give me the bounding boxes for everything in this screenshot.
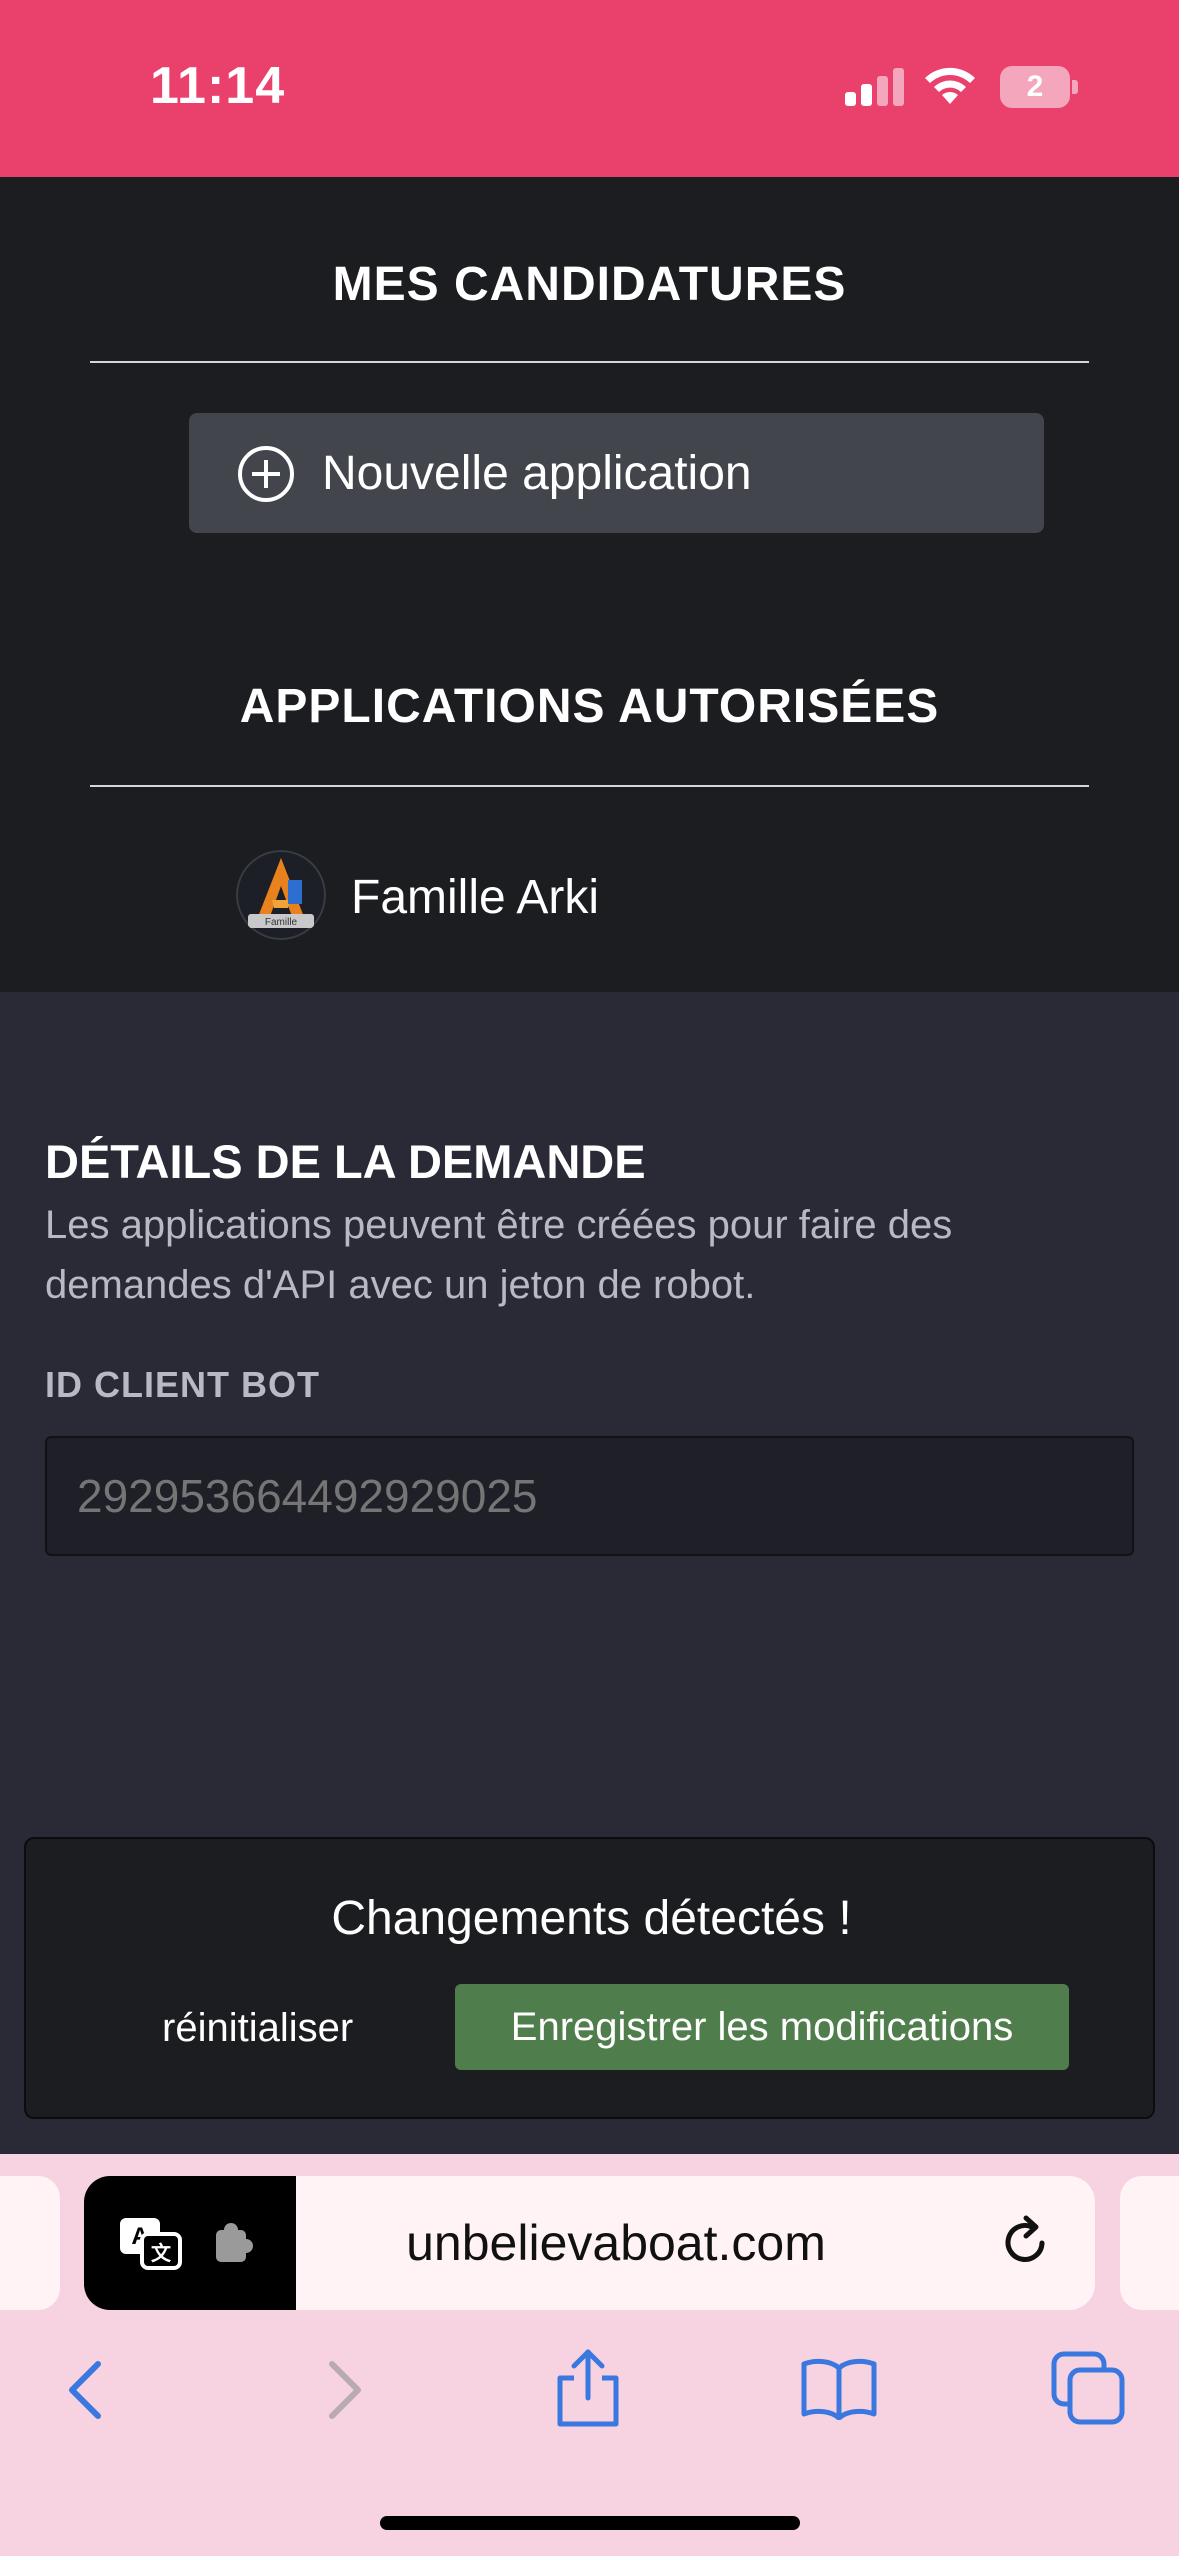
previous-tab-preview[interactable]: [0, 2176, 60, 2310]
divider: [90, 361, 1089, 363]
back-icon[interactable]: [58, 2358, 118, 2422]
my-applications-title: MES CANDIDATURES: [332, 258, 847, 311]
save-changes-button[interactable]: Enregistrer les modifications: [455, 1984, 1069, 2070]
svg-text:文: 文: [151, 2241, 172, 2265]
battery-level: 2: [1026, 70, 1044, 103]
request-details-description: Les applications peuvent être créées pou…: [45, 1203, 953, 1307]
applications-panel: MES CANDIDATURES Nouvelle application AP…: [0, 177, 1179, 992]
extensions-button[interactable]: A 文: [84, 2176, 296, 2310]
next-tab-preview[interactable]: [1120, 2176, 1179, 2310]
status-time: 11:14: [150, 57, 286, 115]
bookmarks-icon[interactable]: [800, 2356, 878, 2420]
forward-icon[interactable]: [312, 2358, 372, 2422]
app-avatar: Famille: [236, 850, 326, 940]
new-application-button[interactable]: Nouvelle application: [189, 413, 1044, 533]
client-id-label: ID CLIENT BOT: [45, 1364, 320, 1405]
battery-icon: 2: [1000, 66, 1078, 108]
reset-button[interactable]: réinitialiser: [162, 1985, 353, 2071]
translate-extension-icon: A 文: [120, 2218, 253, 2270]
tabs-icon[interactable]: [1050, 2350, 1126, 2426]
address-bar[interactable]: A 文 unbelievaboat.com: [84, 2176, 1095, 2310]
divider: [90, 785, 1089, 787]
request-details-title: DÉTAILS DE LA DEMANDE: [45, 1135, 646, 1188]
new-application-label: Nouvelle application: [322, 447, 752, 500]
status-bar: 11:14 2: [0, 0, 1179, 177]
home-indicator: [380, 2516, 800, 2530]
changes-detected-text: Changements détectés !: [331, 1892, 852, 1945]
authorized-app-name: Famille Arki: [351, 871, 600, 924]
app-logo-icon: Famille: [236, 850, 326, 940]
authorized-applications-title: APPLICATIONS AUTORISÉES: [239, 680, 940, 733]
app-avatar-badge: Famille: [265, 917, 298, 928]
client-id-input[interactable]: [45, 1436, 1134, 1556]
cellular-signal-icon: [845, 66, 907, 106]
authorized-app-item[interactable]: Famille Famille Arki: [236, 850, 936, 940]
plus-circle-icon: [238, 446, 294, 502]
wifi-icon: [925, 67, 975, 104]
share-icon[interactable]: [552, 2346, 624, 2428]
url-text[interactable]: unbelievaboat.com: [296, 2176, 936, 2310]
reload-icon[interactable]: [996, 2214, 1054, 2272]
unsaved-changes-bar: Changements détectés ! réinitialiser Enr…: [24, 1837, 1155, 2119]
